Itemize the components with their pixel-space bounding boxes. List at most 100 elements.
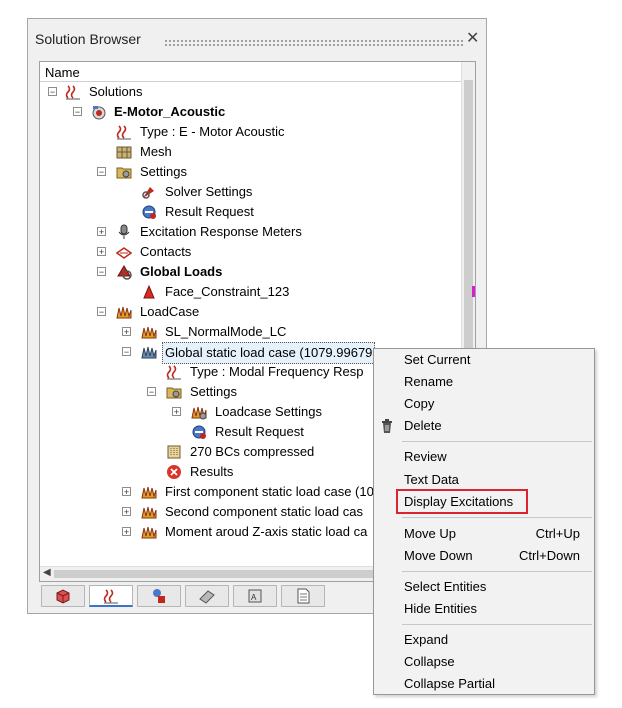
tree-row-label: E-Motor_Acoustic [114,104,226,119]
collapse-toggle[interactable]: − [73,107,82,117]
tree-row-label: Loadcase Settings [215,404,322,419]
tree-row-solutions[interactable]: − Solutions [40,82,463,102]
expand-toggle[interactable]: + [97,247,106,257]
collapse-toggle[interactable]: − [48,87,57,97]
expand-toggle[interactable]: + [122,327,131,337]
tree-row-solver-settings[interactable]: Solver Settings [40,182,463,202]
menu-item-label: Set Current [404,352,471,367]
menu-item-rename[interactable]: Rename [374,371,594,393]
menu-separator [402,517,592,518]
tab-model-browser[interactable] [41,585,85,607]
menu-item-label: Move Down [404,548,473,563]
solutions-icon [65,84,81,100]
contacts-icon [116,244,132,260]
tree-row-label: Result Request [165,204,254,219]
tree-row-sl-normalmode-lc[interactable]: + SL_NormalMode_LC [40,322,463,342]
collapse-toggle[interactable]: − [97,307,106,317]
column-header-name[interactable]: Name [40,62,463,82]
tree-row-global-loads[interactable]: − Global Loads [40,262,463,282]
menu-item-label: Select Entities [404,579,487,594]
tree-row-label: Type : E - Motor Acoustic [140,124,285,139]
tree-row-type[interactable]: Type : E - Motor Acoustic [40,122,463,142]
assembly-icon: A [248,589,262,603]
loadcase-icon [141,524,157,540]
context-menu: Set Current Rename Copy Delete Review Te… [373,348,595,695]
menu-item-text-data[interactable]: Text Data [374,469,594,491]
tree-row-label: LoadCase [140,304,200,319]
tree-row-label: Mesh [140,144,172,159]
menu-item-move-down[interactable]: Move Down Ctrl+Down [374,545,594,567]
tree-row-label: Solver Settings [165,184,253,199]
tree-row-loadcase[interactable]: − LoadCase [40,302,463,322]
material-icon [153,589,165,603]
expand-toggle[interactable]: + [172,407,181,417]
menu-item-set-current[interactable]: Set Current [374,349,594,371]
tab-assembly-browser[interactable]: A [233,585,277,607]
menu-item-copy[interactable]: Copy [374,393,594,415]
loadcase-icon [141,344,157,360]
expand-toggle[interactable]: + [122,487,131,497]
menu-item-expand[interactable]: Expand [374,629,594,651]
loadcase-settings-icon [191,404,207,420]
menu-item-label: Text Data [404,472,459,487]
menu-item-shortcut: Ctrl+Down [518,548,580,563]
loadcase-icon [141,504,157,520]
solver-settings-icon [141,184,157,200]
tab-property-browser[interactable] [185,585,229,607]
tab-script-browser[interactable] [281,585,325,607]
collapse-toggle[interactable]: − [97,267,106,277]
result-request-icon [191,424,207,440]
expand-toggle[interactable]: + [122,527,131,537]
tree-row-label: Settings [140,164,187,179]
tab-solution-browser[interactable] [89,585,133,607]
tree-row-contacts[interactable]: + Contacts [40,242,463,262]
tree-row-label: 270 BCs compressed [190,444,315,459]
panel-drag-handle[interactable] [164,39,464,47]
microphone-icon [116,224,132,240]
menu-item-label: Copy [404,396,435,411]
tree-row-label: Settings [190,384,237,399]
tree-row-mesh[interactable]: Mesh [40,142,463,162]
property-icon [199,590,215,604]
menu-item-label: Collapse Partial [404,676,496,691]
menu-item-label: Collapse [404,654,455,669]
tree-row-label: Contacts [140,244,192,259]
scroll-left-icon[interactable]: ◀ [43,567,51,578]
settings-folder-icon [116,164,132,180]
collapse-toggle[interactable]: − [122,347,131,357]
loadcase-icon [116,304,132,320]
tree-row-e-motor-acoustic[interactable]: − E-Motor_Acoustic [40,102,463,122]
tree-row-label: Moment aroud Z-axis static load ca [165,524,368,539]
menu-item-move-up[interactable]: Move Up Ctrl+Up [374,523,594,545]
tab-material-browser[interactable] [137,585,181,607]
constraint-icon [141,284,157,300]
highlight-box [396,489,528,514]
menu-item-shortcut: Ctrl+Up [535,526,580,541]
menu-item-review[interactable]: Review [374,446,594,468]
menu-separator [402,441,592,442]
menu-item-collapse[interactable]: Collapse [374,651,594,673]
tree-row-label: Global Loads [140,264,223,279]
menu-item-label: Expand [404,632,449,647]
tree-row-result-request[interactable]: Result Request [40,202,463,222]
collapse-toggle[interactable]: − [147,387,156,397]
panel-title: Solution Browser [35,31,141,47]
menu-item-hide-entities[interactable]: Hide Entities [374,598,594,620]
close-icon[interactable]: ✕ [466,28,479,48]
tree-row-excitation-response-meters[interactable]: + Excitation Response Meters [40,222,463,242]
tree-marker [472,286,475,297]
tree-row-label: Solutions [89,84,143,99]
collapse-toggle[interactable]: − [97,167,106,177]
tree-row-label: SL_NormalMode_LC [165,324,287,339]
tree-row-settings[interactable]: − Settings [40,162,463,182]
result-request-icon [141,204,157,220]
settings-folder-icon [166,384,182,400]
menu-item-label: Rename [404,374,454,389]
expand-toggle[interactable]: + [122,507,131,517]
menu-item-label: Move Up [404,526,457,541]
menu-item-delete[interactable]: Delete [374,415,594,437]
expand-toggle[interactable]: + [97,227,106,237]
menu-item-select-entities[interactable]: Select Entities [374,576,594,598]
tree-row-face-constraint[interactable]: Face_Constraint_123 [40,282,463,302]
menu-item-collapse-partial[interactable]: Collapse Partial [374,673,594,695]
